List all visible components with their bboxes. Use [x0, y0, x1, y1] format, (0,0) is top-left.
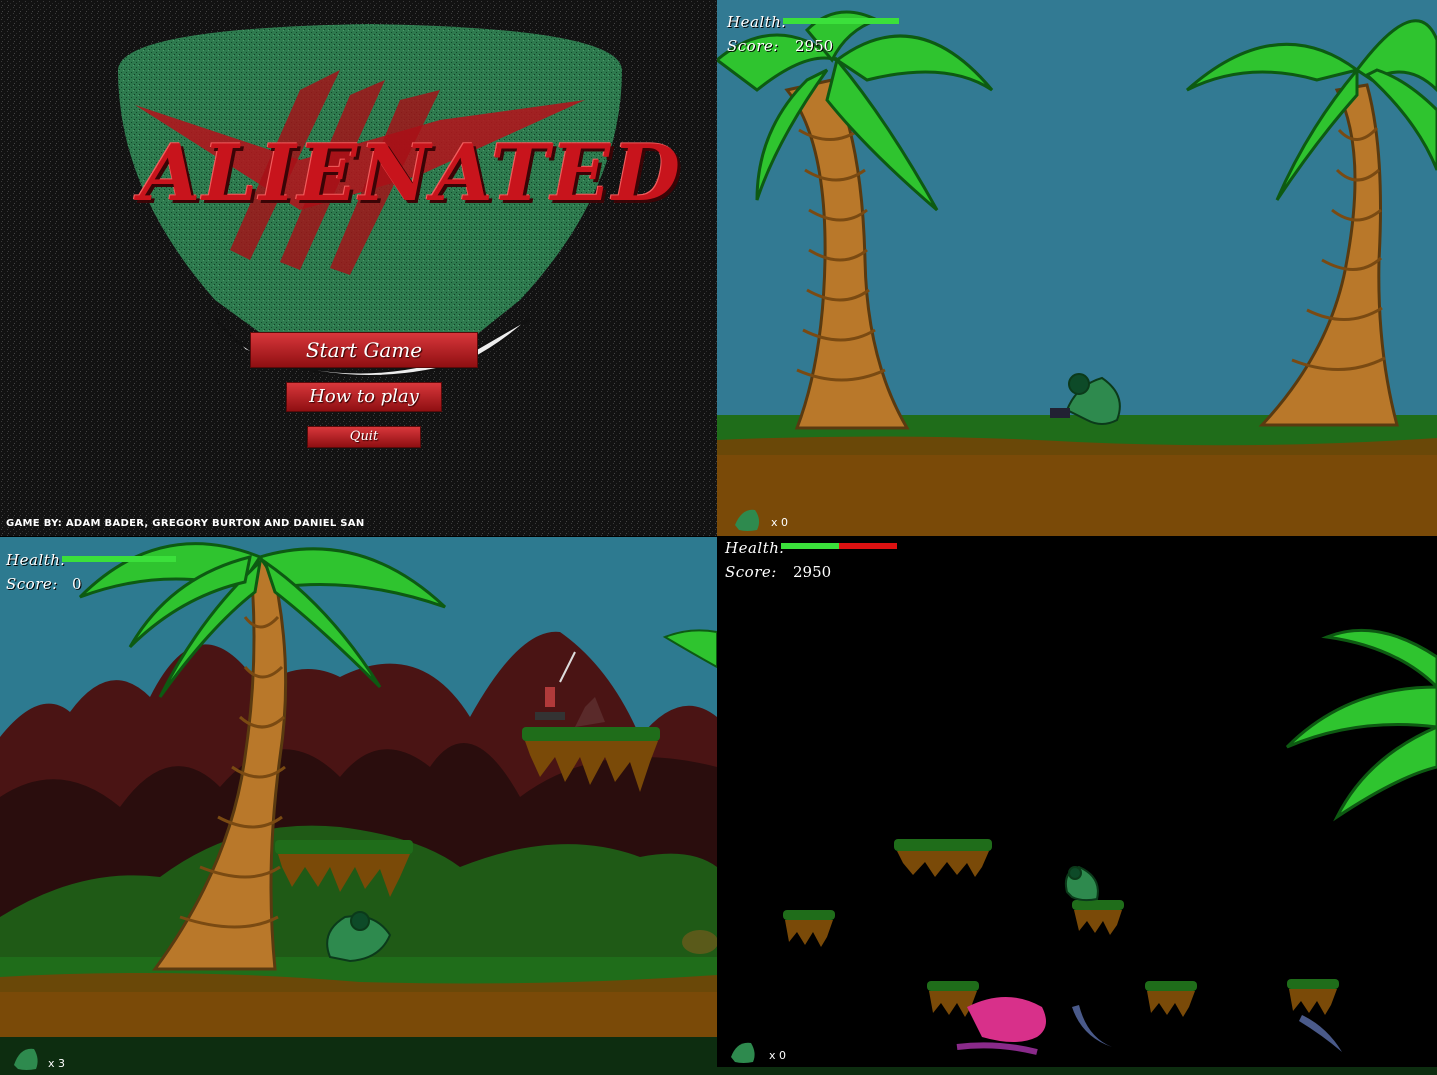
quit-button[interactable]: Quit	[307, 426, 421, 448]
scene-day-background	[717, 10, 1437, 536]
health-bar	[62, 556, 176, 562]
lives-alien-icon	[731, 1042, 755, 1063]
floating-platform	[1287, 979, 1339, 1015]
gameplay-panel-day: Health: Score: 2950 x 0	[717, 0, 1437, 536]
palm-leaves	[1285, 628, 1437, 822]
title-background	[0, 0, 717, 536]
health-label: Health:	[727, 13, 787, 31]
enemy-blade	[1072, 1005, 1112, 1047]
score-value: 0	[72, 575, 82, 593]
how-to-play-button[interactable]: How to play	[286, 382, 442, 412]
lives-count: x 0	[769, 1049, 787, 1062]
scene-jungle-background	[0, 542, 717, 1075]
gameplay-panel-jungle: Health: Score: 0 x 3	[0, 537, 717, 1075]
start-game-button[interactable]: Start Game	[250, 332, 478, 368]
score-value: 2950	[795, 37, 834, 55]
score-label: Score:	[6, 575, 58, 593]
alien-player	[1064, 865, 1099, 902]
score-label: Score:	[727, 37, 779, 55]
palm-leaves-right	[1186, 19, 1437, 201]
enemy-creature	[682, 930, 717, 954]
lives-count: x 3	[48, 1057, 66, 1070]
palm-trunk-right	[1258, 83, 1399, 427]
game-title: ALIENATED	[140, 128, 682, 219]
score-value: 2950	[793, 563, 832, 581]
health-bar	[781, 543, 897, 549]
health-bar	[783, 18, 899, 24]
scene-dark-background	[717, 628, 1437, 1075]
floating-platform	[1072, 900, 1124, 935]
score-label: Score:	[725, 563, 777, 581]
health-bar-fill	[783, 18, 899, 24]
health-label: Health:	[725, 539, 785, 557]
floating-platform	[1145, 981, 1197, 1017]
floating-platform	[894, 839, 992, 877]
health-bar-fill	[781, 543, 839, 549]
dirt-ground	[0, 992, 717, 1037]
enemy-blade	[1299, 1015, 1342, 1052]
gameplay-panel-dark: Health: Score: 2950 x 0	[717, 537, 1437, 1075]
credits-text: GAME BY: ADAM BADER, GREGORY BURTON AND …	[6, 518, 365, 529]
lives-count: x 0	[771, 516, 789, 529]
floating-platform	[783, 910, 835, 947]
dirt-ground	[717, 455, 1437, 536]
health-bar-fill	[62, 556, 176, 562]
title-screen-panel: ALIENATED Start Game How to play Quit GA…	[0, 0, 717, 536]
health-label: Health:	[6, 551, 66, 569]
